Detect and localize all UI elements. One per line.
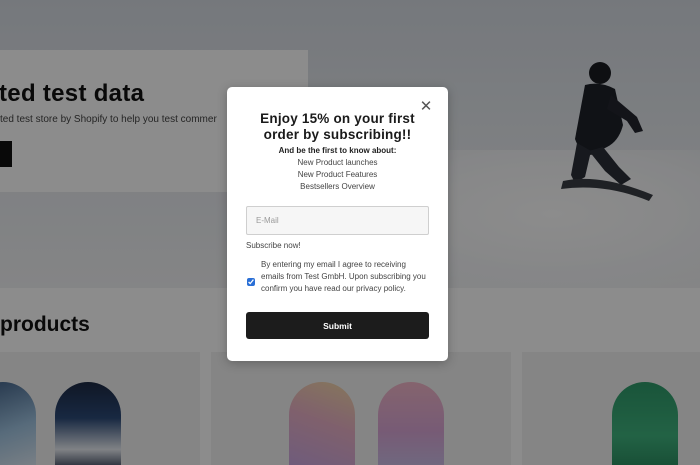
benefit-list: New Product launches New Product Feature… xyxy=(227,157,448,193)
submit-button[interactable]: Submit xyxy=(246,312,429,339)
list-item: Bestsellers Overview xyxy=(300,182,375,191)
subscribe-label: Subscribe now! xyxy=(246,241,301,250)
list-item: New Product launches xyxy=(297,158,378,167)
list-item: New Product Features xyxy=(297,170,378,179)
email-field[interactable] xyxy=(246,206,429,235)
popup-intro: And be the first to know about: xyxy=(278,146,397,155)
consent-text: By entering my email I agree to receivin… xyxy=(261,260,426,293)
popup-title: Enjoy 15% on your first order by subscri… xyxy=(260,111,415,142)
newsletter-popup: ✕ Enjoy 15% on your first order by subsc… xyxy=(227,87,448,361)
consent-checkbox[interactable] xyxy=(247,278,255,286)
